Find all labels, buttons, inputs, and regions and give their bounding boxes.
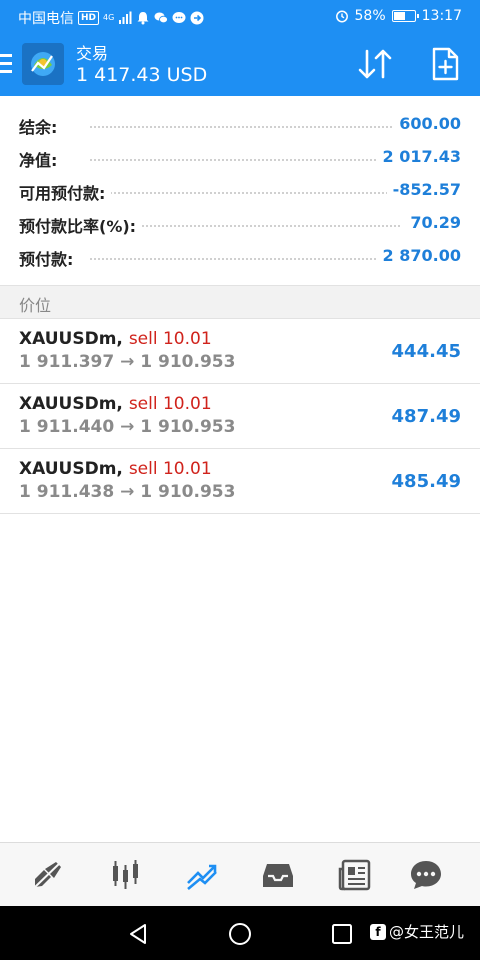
position-row[interactable]: XAUUSDm, sell 10.01 1 911.440 → 1 910.95… bbox=[0, 384, 480, 449]
position-title: XAUUSDm, sell 10.01 bbox=[19, 459, 212, 479]
dot-leader bbox=[90, 258, 400, 260]
position-title: XAUUSDm, sell 10.01 bbox=[19, 394, 212, 414]
tab-chat[interactable] bbox=[406, 857, 446, 893]
news-icon bbox=[338, 859, 371, 891]
position-prices: 1 911.438 → 1 910.953 bbox=[19, 482, 235, 502]
open-price: 1 911.397 bbox=[19, 352, 115, 372]
arrow: → bbox=[120, 352, 135, 372]
signal-icon bbox=[119, 11, 132, 24]
position-symbol: XAUUSDm bbox=[19, 459, 117, 479]
summary-label: 预付款: bbox=[19, 246, 80, 270]
position-profit: 444.45 bbox=[391, 341, 461, 362]
summary-value: 2 870.00 bbox=[376, 246, 461, 265]
tab-trade[interactable] bbox=[182, 857, 222, 893]
summary-value: -852.57 bbox=[386, 180, 461, 199]
summary-label: 净值: bbox=[19, 147, 64, 171]
current-price: 1 910.953 bbox=[140, 482, 236, 502]
history-icon bbox=[263, 864, 293, 887]
position-prices: 1 911.440 → 1 910.953 bbox=[19, 417, 235, 437]
position-title: XAUUSDm, sell 10.01 bbox=[19, 329, 212, 349]
open-price: 1 911.438 bbox=[19, 482, 115, 502]
account-summary: 结余: 600.00 净值: 2 017.43 可用预付款: -852.57 预… bbox=[0, 108, 480, 273]
browser-icon bbox=[190, 11, 204, 25]
summary-label: 结余: bbox=[19, 114, 64, 138]
position-symbol: XAUUSDm bbox=[19, 329, 117, 349]
screen-title: 交易 bbox=[76, 44, 109, 63]
weibo-icon: f bbox=[369, 923, 386, 940]
position-row[interactable]: XAUUSDm, sell 10.01 1 911.397 → 1 910.95… bbox=[0, 319, 480, 384]
summary-value: 600.00 bbox=[393, 114, 461, 133]
arrow: → bbox=[120, 417, 135, 437]
menu-icon[interactable] bbox=[0, 54, 12, 74]
watermark-text: @女王范儿 bbox=[388, 923, 464, 941]
battery-fill bbox=[393, 12, 405, 20]
battery-percent: 58% bbox=[354, 8, 386, 24]
summary-label: 可用预付款: bbox=[19, 180, 112, 204]
message-icon bbox=[172, 12, 186, 23]
open-price: 1 911.440 bbox=[19, 417, 115, 437]
position-row[interactable]: XAUUSDm, sell 10.01 1 911.438 → 1 910.95… bbox=[0, 449, 480, 514]
battery-icon bbox=[391, 10, 419, 22]
alarm-icon bbox=[335, 10, 348, 23]
dot-leader bbox=[90, 192, 400, 194]
quotes-icon bbox=[33, 860, 63, 889]
status-left: 中国电信 HD 4G bbox=[18, 8, 204, 28]
app-bar: 交易 1 417.43 USD bbox=[0, 34, 480, 96]
status-right: 58% 13:17 bbox=[335, 8, 462, 24]
separator: , bbox=[116, 394, 123, 414]
add-order-icon[interactable] bbox=[428, 46, 462, 82]
summary-value: 70.29 bbox=[404, 213, 461, 232]
clock: 13:17 bbox=[421, 8, 462, 24]
summary-row-margin: 预付款: 2 870.00 bbox=[0, 240, 480, 273]
position-side: sell 10.01 bbox=[128, 459, 212, 479]
summary-label: 预付款比率(%): bbox=[19, 213, 143, 237]
summary-row-balance: 结余: 600.00 bbox=[0, 108, 480, 141]
sort-icon[interactable] bbox=[356, 46, 394, 82]
summary-row-equity: 净值: 2 017.43 bbox=[0, 141, 480, 174]
position-side: sell 10.01 bbox=[128, 329, 212, 349]
summary-row-margin-level: 预付款比率(%): 70.29 bbox=[0, 207, 480, 240]
chat-icon bbox=[411, 861, 441, 889]
positions-list: XAUUSDm, sell 10.01 1 911.397 → 1 910.95… bbox=[0, 319, 480, 514]
summary-row-free-margin: 可用预付款: -852.57 bbox=[0, 174, 480, 207]
section-title: 价位 bbox=[19, 296, 52, 315]
chart-icon bbox=[113, 860, 138, 889]
network-type: 4G bbox=[103, 13, 115, 22]
system-nav-bar: f @女王范儿 bbox=[0, 906, 480, 960]
dot-leader bbox=[90, 126, 400, 128]
notification-icon bbox=[137, 12, 149, 25]
trade-icon bbox=[187, 864, 217, 890]
status-bar: 中国电信 HD 4G 58% 13:17 bbox=[0, 0, 480, 34]
arrow: → bbox=[120, 482, 135, 502]
summary-value: 2 017.43 bbox=[376, 147, 461, 166]
carrier-label: 中国电信 bbox=[18, 11, 74, 27]
tab-quotes[interactable] bbox=[28, 857, 68, 893]
position-symbol: XAUUSDm bbox=[19, 394, 117, 414]
position-prices: 1 911.397 → 1 910.953 bbox=[19, 352, 235, 372]
position-side: sell 10.01 bbox=[128, 394, 212, 414]
current-price: 1 910.953 bbox=[140, 417, 236, 437]
position-profit: 485.49 bbox=[391, 471, 461, 492]
recents-icon[interactable] bbox=[329, 921, 355, 947]
wechat-icon bbox=[154, 12, 169, 24]
separator: , bbox=[116, 329, 123, 349]
hd-badge: HD bbox=[78, 11, 100, 25]
watermark: f @女王范儿 bbox=[369, 921, 464, 942]
position-profit: 487.49 bbox=[391, 406, 461, 427]
tab-chart[interactable] bbox=[105, 857, 145, 893]
tab-news[interactable] bbox=[335, 857, 375, 893]
metatrader-logo bbox=[22, 43, 64, 85]
home-icon[interactable] bbox=[227, 921, 253, 947]
back-icon[interactable] bbox=[125, 921, 151, 947]
current-price: 1 910.953 bbox=[140, 352, 236, 372]
network-indicator: 4G bbox=[103, 14, 114, 22]
account-balance: 1 417.43 USD bbox=[76, 64, 208, 86]
dot-leader bbox=[90, 159, 400, 161]
positions-section-header: 价位 bbox=[0, 285, 480, 319]
tab-history[interactable] bbox=[258, 857, 298, 893]
bottom-tab-bar bbox=[0, 842, 480, 906]
separator: , bbox=[116, 459, 123, 479]
